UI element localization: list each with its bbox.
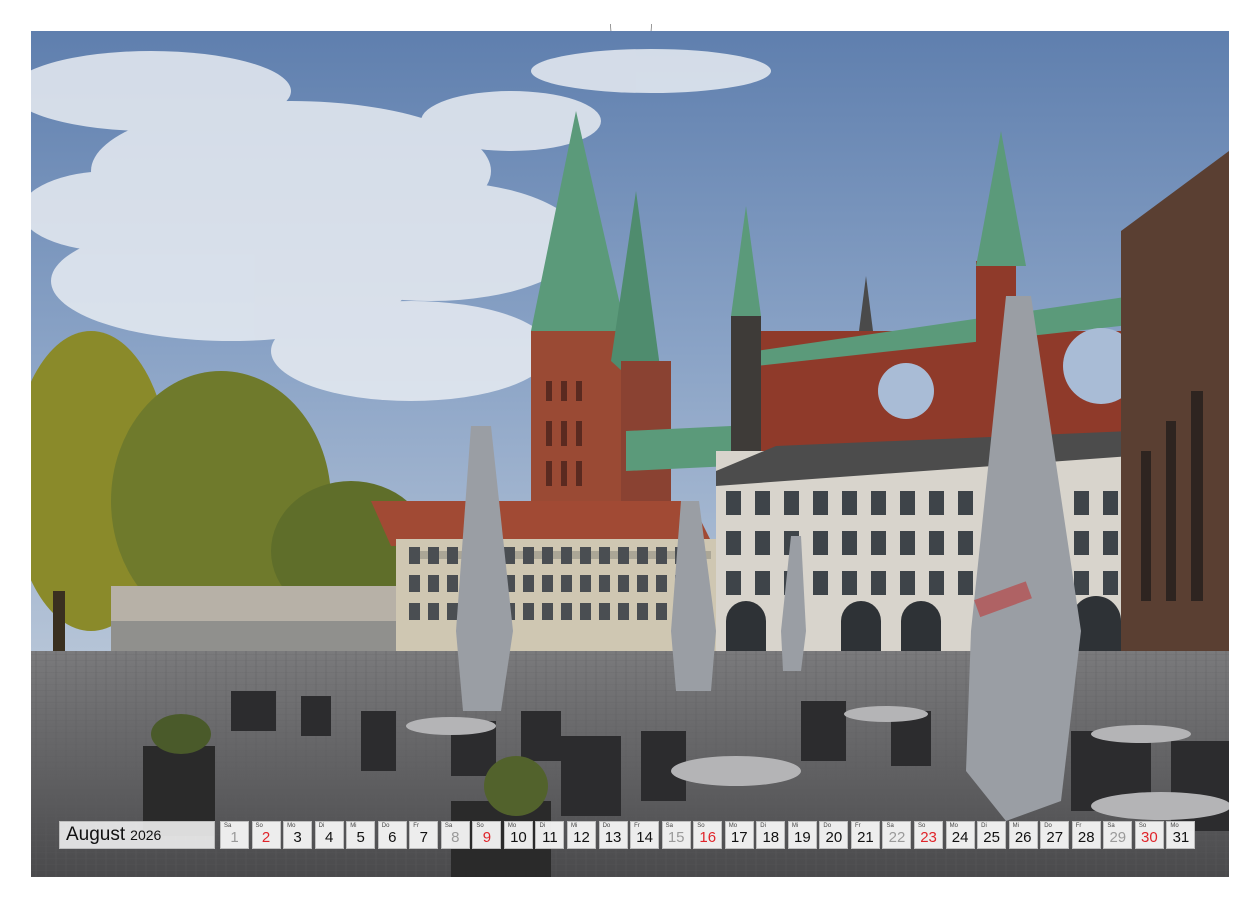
day-cell: Mo 31 bbox=[1166, 821, 1196, 849]
day-number: 25 bbox=[983, 829, 1000, 846]
day-cell: Mo 24 bbox=[945, 821, 975, 849]
day-cell: Mi 5 bbox=[346, 821, 376, 849]
day-number: 18 bbox=[762, 829, 780, 846]
day-number: 1 bbox=[230, 829, 239, 846]
day-cell: So 30 bbox=[1134, 821, 1164, 849]
day-cell: Sa 15 bbox=[661, 821, 691, 849]
day-number: 31 bbox=[1172, 829, 1190, 846]
day-number: 7 bbox=[419, 829, 428, 846]
day-cell: Do 6 bbox=[377, 821, 407, 849]
day-number: 4 bbox=[324, 829, 334, 846]
day-cell: Fr 7 bbox=[409, 821, 439, 849]
day-number: 13 bbox=[604, 829, 622, 846]
day-number: 16 bbox=[699, 829, 717, 846]
day-cell: Fr 14 bbox=[630, 821, 660, 849]
day-cell: Di 11 bbox=[535, 821, 565, 849]
day-cell: Do 13 bbox=[598, 821, 628, 849]
month-name: August bbox=[66, 824, 126, 845]
calendar-strip: August 2026 Sa 1 So 2 Mo 3 Di 4 Mi 5 Do 6 Fr 7 Sa 8 So 9 M… bbox=[59, 821, 1198, 849]
day-number: 29 bbox=[1109, 829, 1127, 846]
day-cell: Mi 12 bbox=[567, 821, 597, 849]
day-number: 9 bbox=[482, 829, 492, 846]
day-cell: Mo 3 bbox=[283, 821, 313, 849]
day-number: 30 bbox=[1141, 829, 1158, 846]
month-year: 2026 bbox=[130, 827, 162, 843]
day-cell: Sa 1 bbox=[220, 821, 249, 849]
day-cell: So 2 bbox=[251, 821, 281, 849]
day-number: 22 bbox=[888, 829, 906, 846]
day-number: 23 bbox=[920, 829, 937, 846]
day-number: 12 bbox=[573, 829, 590, 846]
day-cell: Mi 19 bbox=[787, 821, 817, 849]
day-number: 17 bbox=[730, 829, 748, 846]
day-number: 19 bbox=[794, 829, 811, 846]
day-cell: Mi 26 bbox=[1008, 821, 1038, 849]
day-number: 14 bbox=[636, 829, 653, 846]
day-number: 24 bbox=[951, 829, 969, 846]
day-cell: Do 27 bbox=[1040, 821, 1070, 849]
day-number: 5 bbox=[356, 829, 365, 846]
day-cell: Di 25 bbox=[977, 821, 1007, 849]
day-cell: Mo 17 bbox=[724, 821, 754, 849]
calendar-photo bbox=[31, 31, 1229, 877]
day-cell: Do 20 bbox=[819, 821, 849, 849]
day-cell: Sa 29 bbox=[1103, 821, 1133, 849]
day-cell: Mo 10 bbox=[503, 821, 533, 849]
day-number: 28 bbox=[1077, 829, 1095, 846]
day-cell: Di 4 bbox=[314, 821, 344, 849]
month-label-box: August 2026 bbox=[59, 821, 215, 849]
market-square-photo bbox=[31, 31, 1229, 877]
day-number: 3 bbox=[293, 829, 302, 846]
day-cell: So 23 bbox=[914, 821, 944, 849]
day-number: 6 bbox=[388, 829, 397, 846]
day-cell: So 9 bbox=[472, 821, 502, 849]
day-cell: Fr 21 bbox=[850, 821, 880, 849]
day-cell: Di 18 bbox=[756, 821, 786, 849]
day-number: 10 bbox=[510, 829, 527, 846]
day-number: 27 bbox=[1046, 829, 1064, 846]
day-number: 20 bbox=[825, 829, 843, 846]
day-number: 8 bbox=[451, 829, 460, 846]
day-cell: Fr 28 bbox=[1071, 821, 1101, 849]
day-cell: So 16 bbox=[693, 821, 723, 849]
day-cell: Sa 22 bbox=[882, 821, 912, 849]
day-number: 15 bbox=[667, 829, 685, 846]
day-number: 26 bbox=[1014, 829, 1032, 846]
day-number: 21 bbox=[857, 829, 874, 846]
day-cell: Sa 8 bbox=[440, 821, 470, 849]
day-number: 11 bbox=[542, 829, 558, 846]
day-number: 2 bbox=[261, 829, 271, 846]
